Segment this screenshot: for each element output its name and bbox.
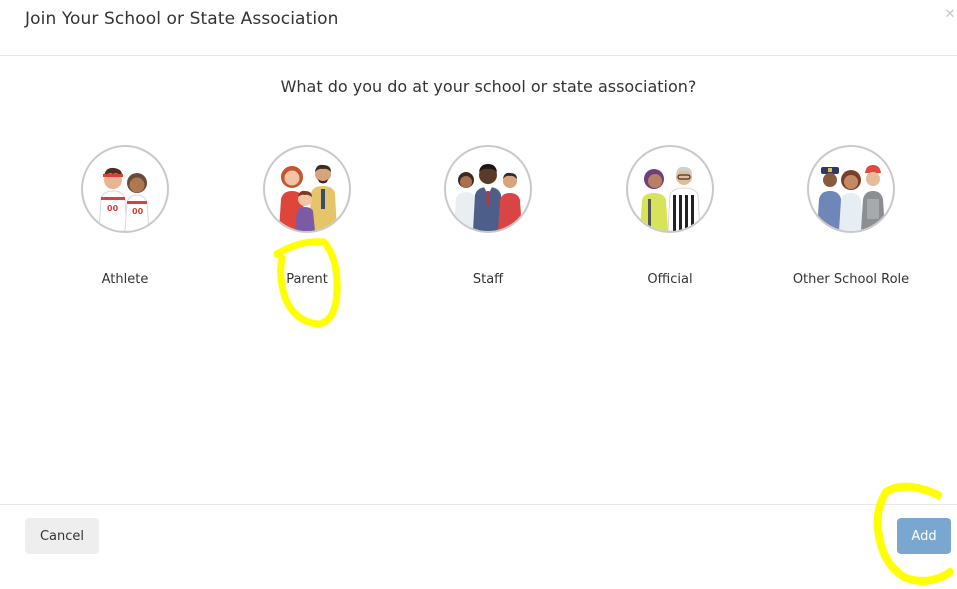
role-option-athlete[interactable]: 00 00 Athlete (45, 145, 205, 290)
role-label-athlete: Athlete (101, 272, 149, 287)
cancel-button[interactable]: Cancel (25, 518, 99, 554)
svg-text:00: 00 (107, 204, 119, 213)
role-label-other-school-role: Other School Role (792, 272, 910, 287)
role-label-official: Official (647, 272, 693, 287)
add-button[interactable]: Add (897, 518, 951, 554)
modal-footer: Cancel Add (0, 504, 957, 589)
other-role-icon (807, 145, 895, 233)
role-label-parent: Parent (286, 272, 328, 287)
role-option-other-school-role[interactable]: Other School Role (771, 145, 931, 290)
close-icon[interactable]: ✕ (943, 8, 957, 22)
official-icon (626, 145, 714, 233)
modal-header: Join Your School or State Association ✕ (0, 0, 957, 56)
role-option-official[interactable]: Official (590, 145, 750, 290)
role-options: 00 00 Athlete Parent Staff Official Othe… (0, 145, 957, 295)
role-label-staff: Staff (472, 272, 504, 287)
svg-text:00: 00 (132, 207, 144, 216)
staff-icon (444, 145, 532, 233)
role-option-parent[interactable]: Parent (227, 145, 387, 290)
modal-title: Join Your School or State Association (25, 9, 339, 29)
role-option-staff[interactable]: Staff (408, 145, 568, 290)
role-question: What do you do at your school or state a… (280, 77, 697, 96)
athlete-icon: 00 00 (81, 145, 169, 233)
parent-icon (263, 145, 351, 233)
